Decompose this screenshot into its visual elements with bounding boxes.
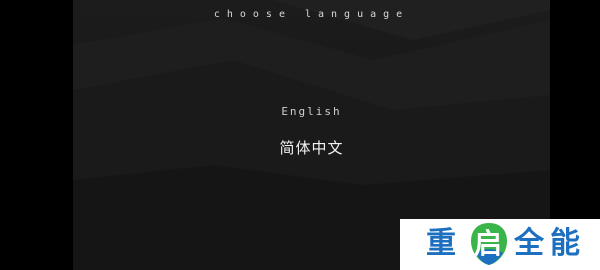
watermark-char-2: 启 [474, 227, 503, 260]
choose-language-title: choose language [213, 9, 410, 20]
language-option-simplified-chinese[interactable]: 简体中文 [73, 137, 550, 158]
watermark-char-3: 全 [514, 226, 544, 261]
watermark-char-1: 重 [426, 226, 456, 261]
language-option-english[interactable]: English [73, 105, 550, 118]
watermark-badge: 启 [470, 222, 508, 266]
watermark-logo: 重 启 全 能 [400, 219, 600, 270]
app-window: choose language English 简体中文 重 启 全 能 [0, 0, 600, 270]
watermark-char-4: 能 [550, 226, 580, 261]
